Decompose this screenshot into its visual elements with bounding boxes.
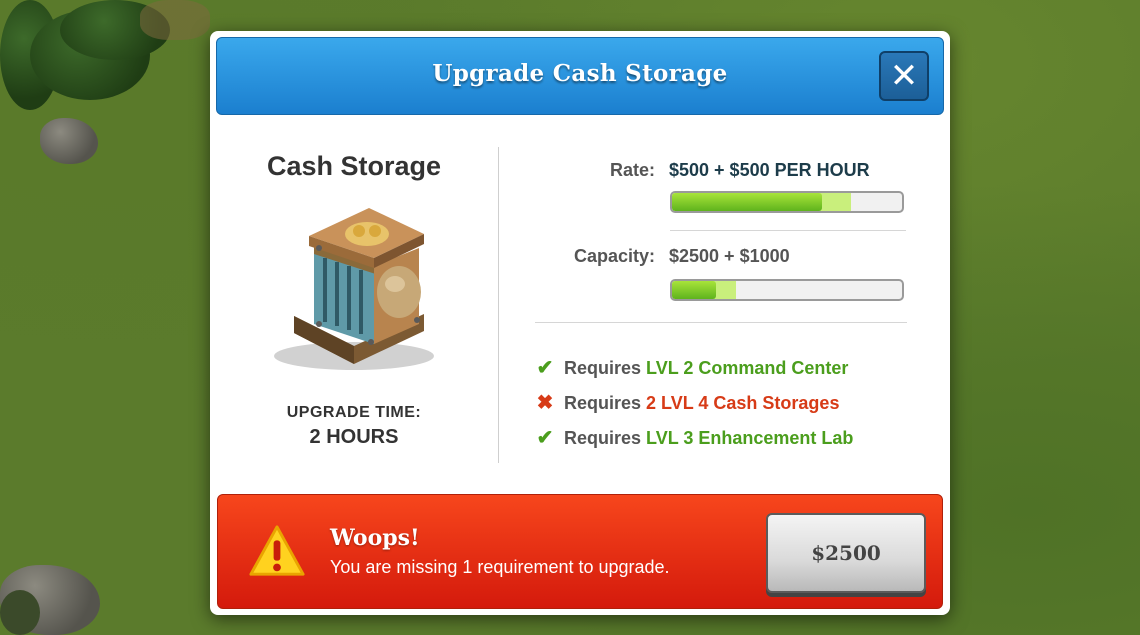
requirement-text: 2 LVL 4 Cash Storages	[646, 393, 840, 413]
dialog-title: Upgrade Cash Storage	[432, 60, 728, 87]
requirement-text: LVL 3 Enhancement Lab	[646, 428, 854, 448]
missing-requirements-alert: Woops! You are missing 1 requirement to …	[217, 494, 943, 609]
upgrade-time-value: 2 HOURS	[309, 426, 399, 448]
shrub	[0, 590, 40, 635]
requirement-item: ✔ Requires LVL 3 Enhancement Lab	[534, 425, 854, 450]
rate-progress-bar	[670, 191, 904, 213]
check-icon: ✔	[536, 357, 554, 379]
warning-icon	[249, 525, 305, 576]
rate-current-fill	[672, 193, 822, 211]
divider	[670, 230, 906, 231]
requirement-prefix: Requires	[564, 428, 642, 448]
divider	[535, 322, 907, 323]
dirt-patch	[140, 0, 210, 40]
cash-storage-image	[210, 196, 498, 380]
rock	[40, 118, 98, 164]
alert-message: You are missing 1 requirement to upgrade…	[330, 557, 670, 577]
building-name: Cash Storage	[266, 151, 442, 181]
capacity-label: Capacity:	[573, 246, 655, 266]
cross-icon: ✖	[536, 392, 554, 414]
rate-value: $500 + $500 PER HOUR	[669, 160, 870, 180]
requirement-prefix: Requires	[564, 358, 642, 378]
capacity-current-fill	[672, 281, 716, 299]
requirement-item: ✔ Requires LVL 2 Command Center	[534, 355, 849, 380]
capacity-value: $2500 + $1000	[669, 246, 790, 266]
upgrade-cost-button[interactable]: $2500	[766, 513, 926, 593]
column-divider	[498, 147, 499, 463]
capacity-progress-bar	[670, 279, 904, 301]
building-panel: Cash Storage UPGRADE TIME: 2 HOURS	[210, 141, 498, 449]
check-icon: ✔	[536, 427, 554, 449]
upgrade-time-label: UPGRADE TIME:	[286, 404, 422, 421]
alert-title: Woops!	[330, 525, 420, 551]
upgrade-dialog: Upgrade Cash Storage ✕ Cash Storage UPGR…	[210, 31, 950, 615]
close-button[interactable]: ✕	[879, 51, 929, 101]
dialog-header: Upgrade Cash Storage ✕	[216, 37, 944, 115]
requirement-text: LVL 2 Command Center	[646, 358, 849, 378]
close-icon: ✕	[889, 56, 919, 96]
requirement-prefix: Requires	[564, 393, 642, 413]
rate-label: Rate:	[609, 160, 655, 180]
requirement-item: ✖ Requires 2 LVL 4 Cash Storages	[534, 390, 840, 415]
